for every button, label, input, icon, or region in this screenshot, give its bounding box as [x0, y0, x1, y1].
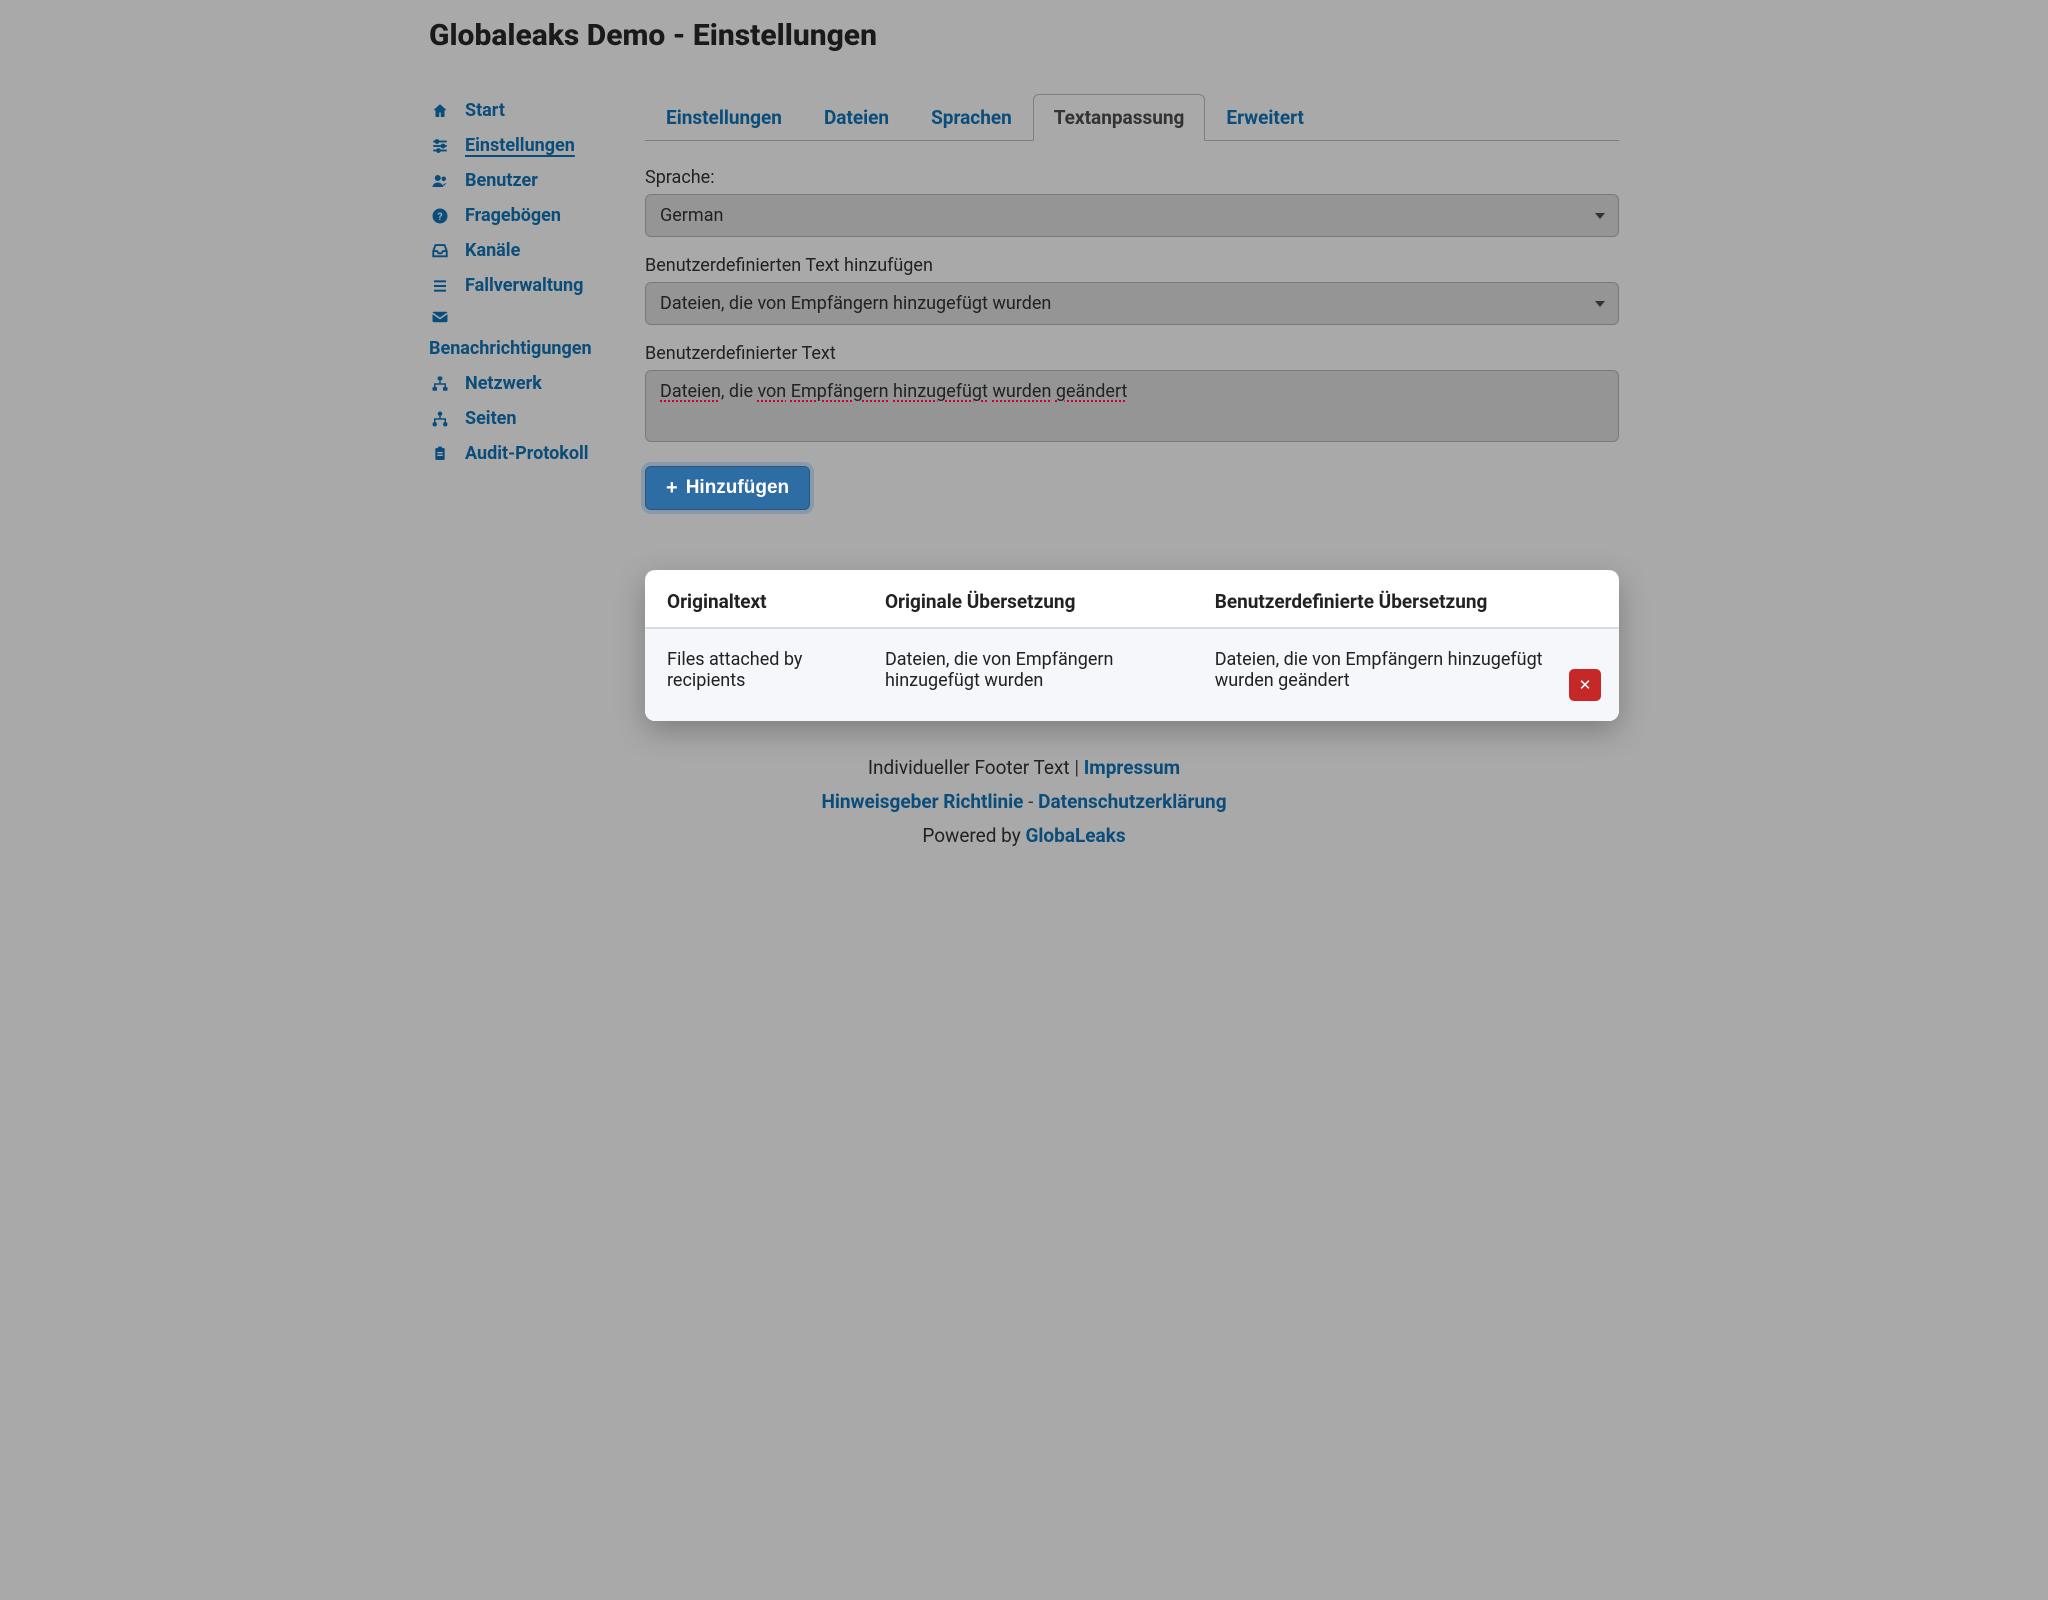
language-select[interactable]: German — [645, 194, 1619, 237]
sidebar-item-label: Audit-Protokoll — [465, 443, 589, 464]
translations-table: Originaltext Originale Übersetzung Benut… — [645, 570, 1619, 721]
col-original-translation: Originale Übersetzung — [863, 570, 1193, 628]
list-icon — [429, 278, 451, 294]
add-button-label: Hinzufügen — [686, 477, 789, 499]
sliders-icon — [429, 137, 451, 155]
page-title: Globaleaks Demo - Einstellungen — [429, 18, 1619, 53]
sidebar-item-benachrichtigungen[interactable]: Benachrichtigungen — [429, 303, 625, 366]
sidebar-item-kanaele[interactable]: Kanäle — [429, 233, 625, 268]
sidebar-item-label: Netzwerk — [465, 373, 542, 394]
svg-text:?: ? — [437, 209, 442, 222]
sidebar-item-label: Start — [465, 100, 505, 121]
sidebar-item-label: Kanäle — [465, 240, 520, 261]
tab-erweitert[interactable]: Erweitert — [1205, 94, 1325, 141]
sidebar: Start Einstellungen Benutzer ? Frageböge… — [429, 93, 625, 721]
sidebar-item-audit[interactable]: Audit-Protokoll — [429, 436, 625, 471]
col-original: Originaltext — [645, 570, 863, 628]
sidebar-item-label: Benachrichtigungen — [429, 338, 625, 359]
sidebar-item-label: Einstellungen — [465, 135, 575, 156]
add-custom-text-select[interactable]: Dateien, die von Empfängern hinzugefügt … — [645, 282, 1619, 325]
delete-row-button[interactable]: ✕ — [1569, 669, 1601, 701]
footer-datenschutz-link[interactable]: Datenschutzerklärung — [1038, 790, 1226, 813]
tab-dateien[interactable]: Dateien — [803, 94, 910, 141]
users-icon — [429, 172, 451, 190]
tab-einstellungen[interactable]: Einstellungen — [645, 94, 803, 141]
home-icon — [429, 102, 451, 120]
sidebar-item-label: Fragebögen — [465, 205, 561, 226]
sidebar-item-netzwerk[interactable]: Netzwerk — [429, 366, 625, 401]
table-row: Files attached by recipients Dateien, di… — [645, 628, 1619, 721]
custom-text-input[interactable]: Dateien, die von Empfängern hinzugefügt … — [645, 370, 1619, 442]
network-icon — [429, 375, 451, 393]
footer-hinweisgeber-link[interactable]: Hinweisgeber Richtlinie — [821, 790, 1023, 813]
sidebar-item-start[interactable]: Start — [429, 93, 625, 128]
custom-text-label: Benutzerdefinierter Text — [645, 343, 1619, 364]
sidebar-item-benutzer[interactable]: Benutzer — [429, 163, 625, 198]
tab-sprachen[interactable]: Sprachen — [910, 94, 1033, 141]
add-custom-text-label: Benutzerdefinierten Text hinzufügen — [645, 255, 1619, 276]
footer-powered-prefix: Powered by — [922, 824, 1025, 847]
footer-globaleaks-link[interactable]: GlobaLeaks — [1025, 824, 1125, 847]
sidebar-item-label: Benutzer — [465, 170, 538, 191]
add-button[interactable]: + Hinzufügen — [645, 466, 810, 510]
cell-custom-translation: Dateien, die von Empfängern hinzugefügt … — [1193, 628, 1619, 721]
footer-impressum-link[interactable]: Impressum — [1084, 756, 1180, 779]
cell-original-translation: Dateien, die von Empfängern hinzugefügt … — [863, 628, 1193, 721]
sitemap-icon — [429, 410, 451, 428]
tab-textanpassung[interactable]: Textanpassung — [1033, 94, 1206, 141]
clipboard-icon — [429, 445, 451, 463]
sidebar-item-seiten[interactable]: Seiten — [429, 401, 625, 436]
plus-icon: + — [666, 478, 678, 498]
sidebar-item-einstellungen[interactable]: Einstellungen — [429, 128, 625, 163]
sidebar-item-label: Fallverwaltung — [465, 275, 583, 296]
question-circle-icon: ? — [429, 207, 451, 225]
close-icon: ✕ — [1579, 676, 1592, 694]
footer-custom-text: Individueller Footer Text — [868, 756, 1070, 779]
col-custom-translation: Benutzerdefinierte Übersetzung — [1193, 570, 1619, 628]
sidebar-item-label: Seiten — [465, 408, 516, 429]
language-label: Sprache: — [645, 167, 1619, 188]
sidebar-item-frageboegen[interactable]: ? Fragebögen — [429, 198, 625, 233]
cell-original: Files attached by recipients — [645, 628, 863, 721]
footer: Individueller Footer Text | Impressum Hi… — [429, 751, 1619, 854]
custom-translation-text: Dateien, die von Empfängern hinzugefügt … — [1215, 649, 1543, 691]
sidebar-item-fallverwaltung[interactable]: Fallverwaltung — [429, 268, 625, 303]
main-content: Einstellungen Dateien Sprachen Textanpas… — [645, 93, 1619, 721]
tabs: Einstellungen Dateien Sprachen Textanpas… — [645, 93, 1619, 141]
inbox-icon — [429, 242, 451, 260]
envelope-icon — [429, 310, 451, 324]
